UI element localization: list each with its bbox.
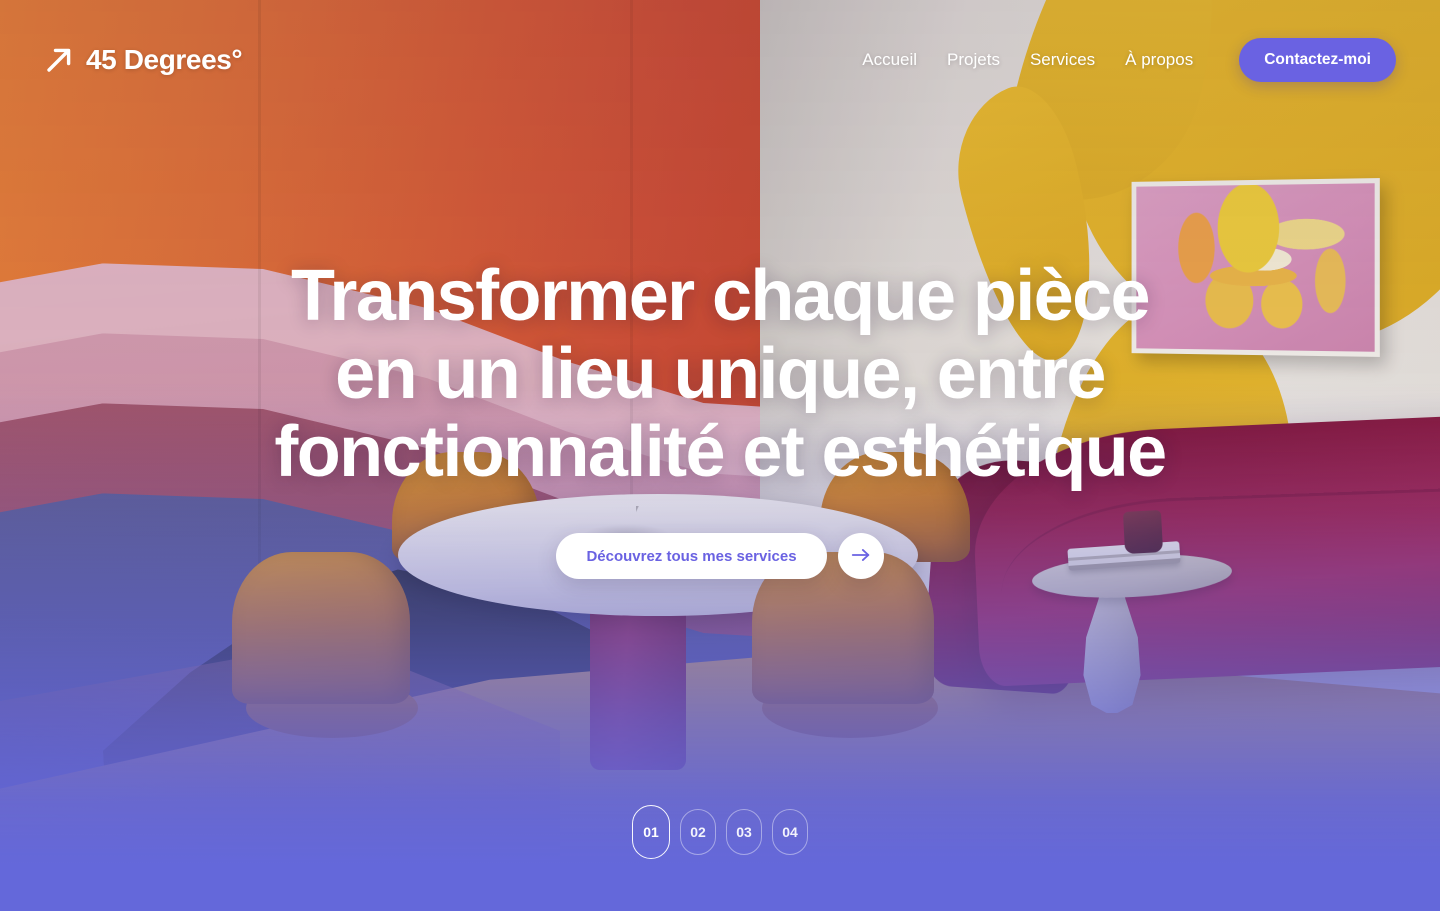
nav-item-a-propos[interactable]: À propos xyxy=(1125,50,1193,70)
hero-content: Transformer chaque pièce en un lieu uniq… xyxy=(0,256,1440,580)
discover-services-arrow-button[interactable] xyxy=(837,533,884,580)
main-nav: Accueil Projets Services À propos Contac… xyxy=(862,38,1396,82)
brand-logo[interactable]: 45 Degrees° xyxy=(44,44,243,76)
site-header: 45 Degrees° Accueil Projets Services À p… xyxy=(0,0,1440,120)
arrow-up-right-icon xyxy=(44,45,74,75)
pagination-item-02[interactable]: 02 xyxy=(680,809,716,855)
pagination-item-03[interactable]: 03 xyxy=(726,809,762,855)
hero-section: 45 Degrees° Accueil Projets Services À p… xyxy=(0,0,1440,911)
page-title: Transformer chaque pièce en un lieu uniq… xyxy=(274,256,1167,492)
nav-item-projets[interactable]: Projets xyxy=(947,50,1000,70)
hero-cta-group: Découvrez tous mes services xyxy=(556,533,884,580)
headline-line-1: Transformer chaque pièce xyxy=(291,256,1151,336)
slider-pagination: 01 02 03 04 xyxy=(0,805,1440,859)
headline-line-2: en un lieu unique, entre xyxy=(335,333,1106,414)
headline-line-3: fonctionnalité et esthétique xyxy=(274,411,1167,492)
contact-button[interactable]: Contactez-moi xyxy=(1239,38,1396,82)
nav-item-accueil[interactable]: Accueil xyxy=(862,50,917,70)
discover-services-button[interactable]: Découvrez tous mes services xyxy=(556,533,827,580)
brand-name: 45 Degrees° xyxy=(86,44,243,75)
nav-item-services[interactable]: Services xyxy=(1030,50,1095,70)
pagination-item-04[interactable]: 04 xyxy=(772,809,808,855)
pagination-item-01[interactable]: 01 xyxy=(632,805,670,859)
arrow-right-send-icon xyxy=(850,544,872,569)
